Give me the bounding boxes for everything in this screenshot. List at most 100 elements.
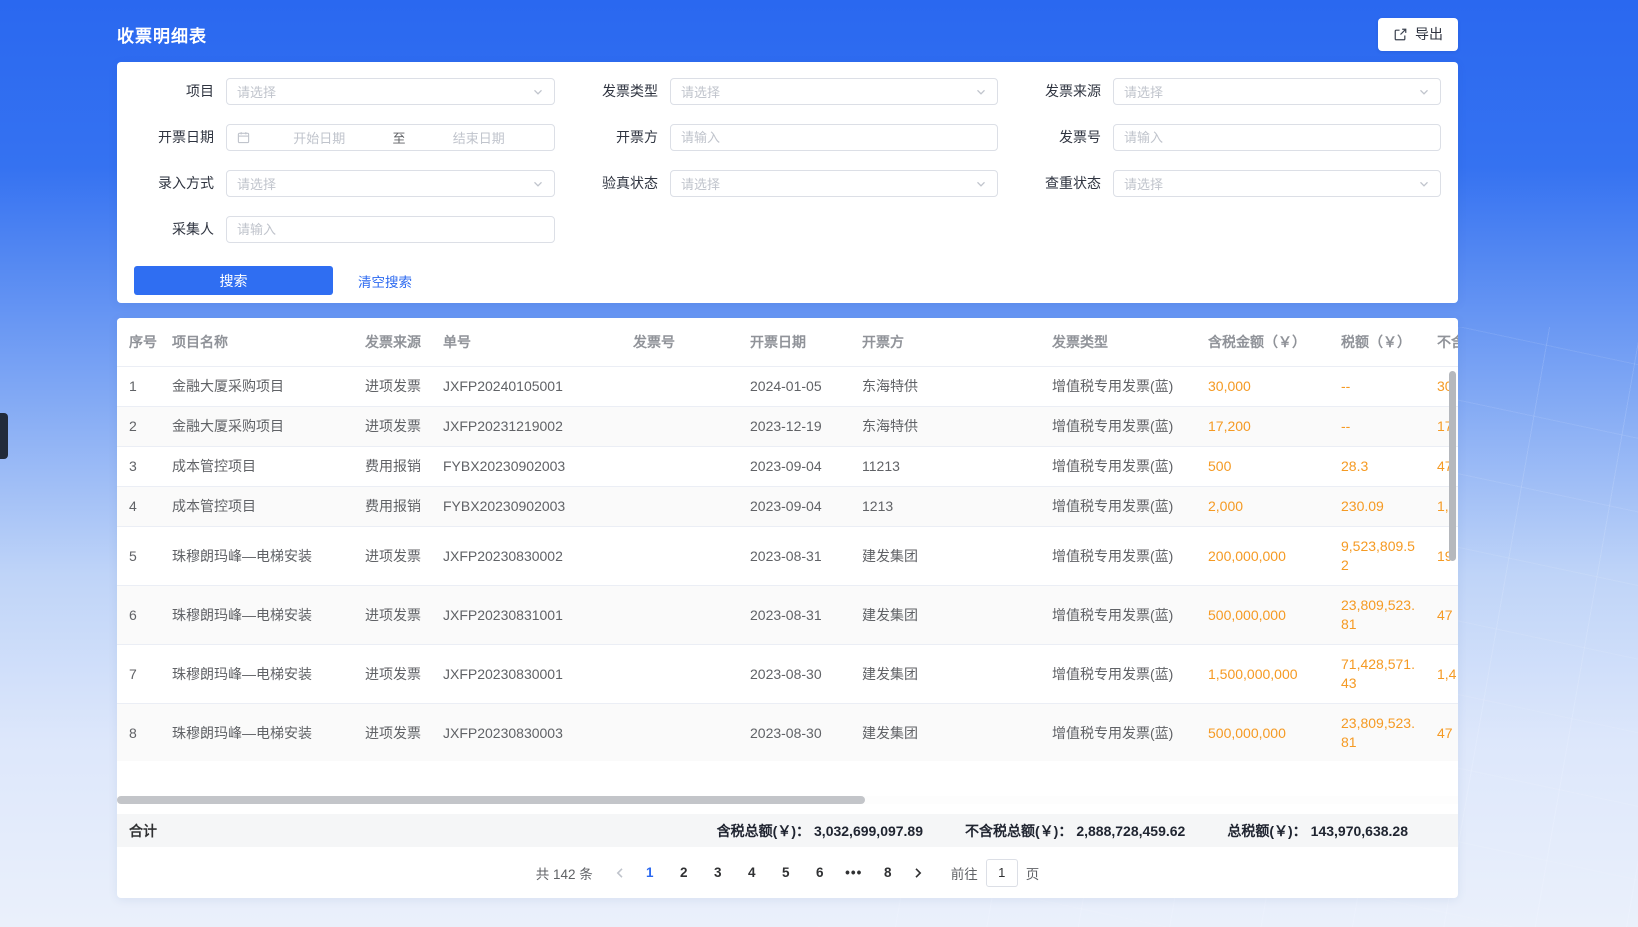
cell-index: 6 (117, 586, 162, 645)
cell-invoice-no (623, 367, 740, 407)
cell-amount-with-tax: 17,200 (1198, 407, 1331, 447)
side-drawer-handle[interactable] (0, 413, 8, 459)
cell-tax: 28.3 (1331, 447, 1427, 487)
export-button[interactable]: 导出 (1378, 18, 1458, 51)
page-number-8[interactable]: 8 (875, 860, 901, 886)
dup-check-status-select[interactable]: 请选择 (1113, 170, 1441, 197)
clear-search-link[interactable]: 清空搜索 (358, 271, 412, 291)
cell-doc-no: FYBX20230902003 (433, 447, 623, 487)
table-row[interactable]: 3 成本管控项目 费用报销 FYBX20230902003 2023-09-04… (117, 447, 1458, 487)
cell-tax: 71,428,571.43 (1331, 645, 1427, 704)
cell-invoice-type: 增值税专用发票(蓝) (1042, 407, 1198, 447)
cell-index: 7 (117, 645, 162, 704)
chevron-down-icon (1418, 178, 1430, 190)
cell-invoice-type: 增值税专用发票(蓝) (1042, 527, 1198, 586)
issuer-input[interactable] (681, 125, 987, 150)
column-header-issuer: 开票方 (852, 318, 1042, 367)
column-header-amount-without-tax: 不含税金额（￥） (1427, 318, 1458, 367)
page-number-4[interactable]: 4 (739, 860, 765, 886)
cell-invoice-source: 进项发票 (355, 704, 433, 762)
page-number-1[interactable]: 1 (637, 860, 663, 886)
cell-index: 8 (117, 704, 162, 762)
cell-doc-no: JXFP20230831001 (433, 586, 623, 645)
cell-index: 1 (117, 367, 162, 407)
cell-project-name: 珠穆朗玛峰—电梯安装 (162, 527, 355, 586)
filter-label-issuer: 开票方 (555, 124, 670, 151)
next-page-button[interactable] (905, 860, 931, 886)
entry-method-select[interactable]: 请选择 (226, 170, 555, 197)
page-title: 收票明细表 (117, 22, 207, 47)
cell-invoice-source: 进项发票 (355, 645, 433, 704)
column-header-invoice-type: 发票类型 (1042, 318, 1198, 367)
filter-label-dup-check-status: 查重状态 (998, 170, 1113, 197)
table-header-row: 序号 项目名称 发票来源 单号 发票号 开票日期 开票方 发票类型 含税金额（￥… (117, 318, 1458, 367)
invoice-date-range-picker[interactable]: 开始日期 至 结束日期 (226, 124, 555, 151)
table-row[interactable]: 2 金融大厦采购项目 进项发票 JXFP20231219002 2023-12-… (117, 407, 1458, 447)
collector-input[interactable] (237, 217, 544, 242)
cell-project-name: 珠穆朗玛峰—电梯安装 (162, 586, 355, 645)
goto-page-label: 前往 (951, 863, 978, 883)
cell-invoice-source: 费用报销 (355, 447, 433, 487)
export-icon (1393, 27, 1408, 42)
cell-invoice-source: 进项发票 (355, 407, 433, 447)
start-date-placeholder[interactable]: 开始日期 (254, 128, 385, 147)
cell-doc-no: JXFP20231219002 (433, 407, 623, 447)
cell-invoice-type: 增值税专用发票(蓝) (1042, 447, 1198, 487)
table-row[interactable]: 5 珠穆朗玛峰—电梯安装 进项发票 JXFP20230830002 2023-0… (117, 527, 1458, 586)
table-row[interactable]: 4 成本管控项目 费用报销 FYBX20230902003 2023-09-04… (117, 487, 1458, 527)
export-button-label: 导出 (1415, 24, 1443, 44)
project-select[interactable]: 请选择 (226, 78, 555, 105)
cell-invoice-date: 2023-09-04 (740, 487, 852, 527)
horizontal-scrollbar-thumb[interactable] (117, 796, 865, 804)
cell-tax: 230.09 (1331, 487, 1427, 527)
column-header-project-name: 项目名称 (162, 318, 355, 367)
column-header-invoice-date: 开票日期 (740, 318, 852, 367)
filter-panel: 项目 请选择 发票类型 请选择 发票来源 请选择 开票日期 (117, 62, 1458, 303)
cell-issuer: 建发集团 (852, 704, 1042, 762)
cell-project-name: 成本管控项目 (162, 447, 355, 487)
table-row[interactable]: 6 珠穆朗玛峰—电梯安装 进项发票 JXFP20230831001 2023-0… (117, 586, 1458, 645)
horizontal-scrollbar-track[interactable] (117, 796, 1458, 804)
cell-invoice-no (623, 407, 740, 447)
end-date-placeholder[interactable]: 结束日期 (414, 128, 545, 147)
table-row[interactable]: 8 珠穆朗玛峰—电梯安装 进项发票 JXFP20230830003 2023-0… (117, 704, 1458, 762)
table-row[interactable]: 1 金融大厦采购项目 进项发票 JXFP20240105001 2024-01-… (117, 367, 1458, 407)
chevron-down-icon (975, 178, 987, 190)
cell-issuer: 11213 (852, 447, 1042, 487)
chevron-down-icon (1418, 86, 1430, 98)
cell-project-name: 金融大厦采购项目 (162, 407, 355, 447)
cell-invoice-no (623, 527, 740, 586)
filter-label-invoice-date: 开票日期 (117, 124, 226, 151)
vertical-scrollbar[interactable] (1449, 371, 1456, 561)
filter-label-collector: 采集人 (117, 216, 226, 243)
date-range-separator: 至 (389, 128, 410, 147)
invoice-source-select[interactable]: 请选择 (1113, 78, 1441, 105)
column-header-invoice-no: 发票号 (623, 318, 740, 367)
invoice-type-select[interactable]: 请选择 (670, 78, 998, 105)
cell-invoice-no (623, 447, 740, 487)
cell-amount-without-tax: 1,4 (1427, 645, 1458, 704)
cell-index: 5 (117, 527, 162, 586)
goto-page-input[interactable] (986, 859, 1018, 887)
table-row[interactable]: 7 珠穆朗玛峰—电梯安装 进项发票 JXFP20230830001 2023-0… (117, 645, 1458, 704)
cell-amount-with-tax: 2,000 (1198, 487, 1331, 527)
cell-amount-with-tax: 500 (1198, 447, 1331, 487)
filter-label-entry-method: 录入方式 (117, 170, 226, 197)
page-number-5[interactable]: 5 (773, 860, 799, 886)
cell-amount-with-tax: 200,000,000 (1198, 527, 1331, 586)
cell-invoice-date: 2023-08-31 (740, 586, 852, 645)
page-number-6[interactable]: 6 (807, 860, 833, 886)
page-number-2[interactable]: 2 (671, 860, 697, 886)
invoice-no-input[interactable] (1124, 125, 1430, 150)
cell-invoice-no (623, 645, 740, 704)
search-button[interactable]: 搜索 (134, 266, 333, 295)
cell-amount-with-tax: 500,000,000 (1198, 704, 1331, 762)
prev-page-button[interactable] (607, 860, 633, 886)
page-number-3[interactable]: 3 (705, 860, 731, 886)
cell-invoice-no (623, 704, 740, 762)
cell-amount-without-tax: 47 (1427, 704, 1458, 762)
pagination-ellipsis[interactable]: ••• (841, 860, 867, 886)
filter-label-verify-status: 验真状态 (555, 170, 670, 197)
verify-status-select[interactable]: 请选择 (670, 170, 998, 197)
cell-amount-with-tax: 30,000 (1198, 367, 1331, 407)
